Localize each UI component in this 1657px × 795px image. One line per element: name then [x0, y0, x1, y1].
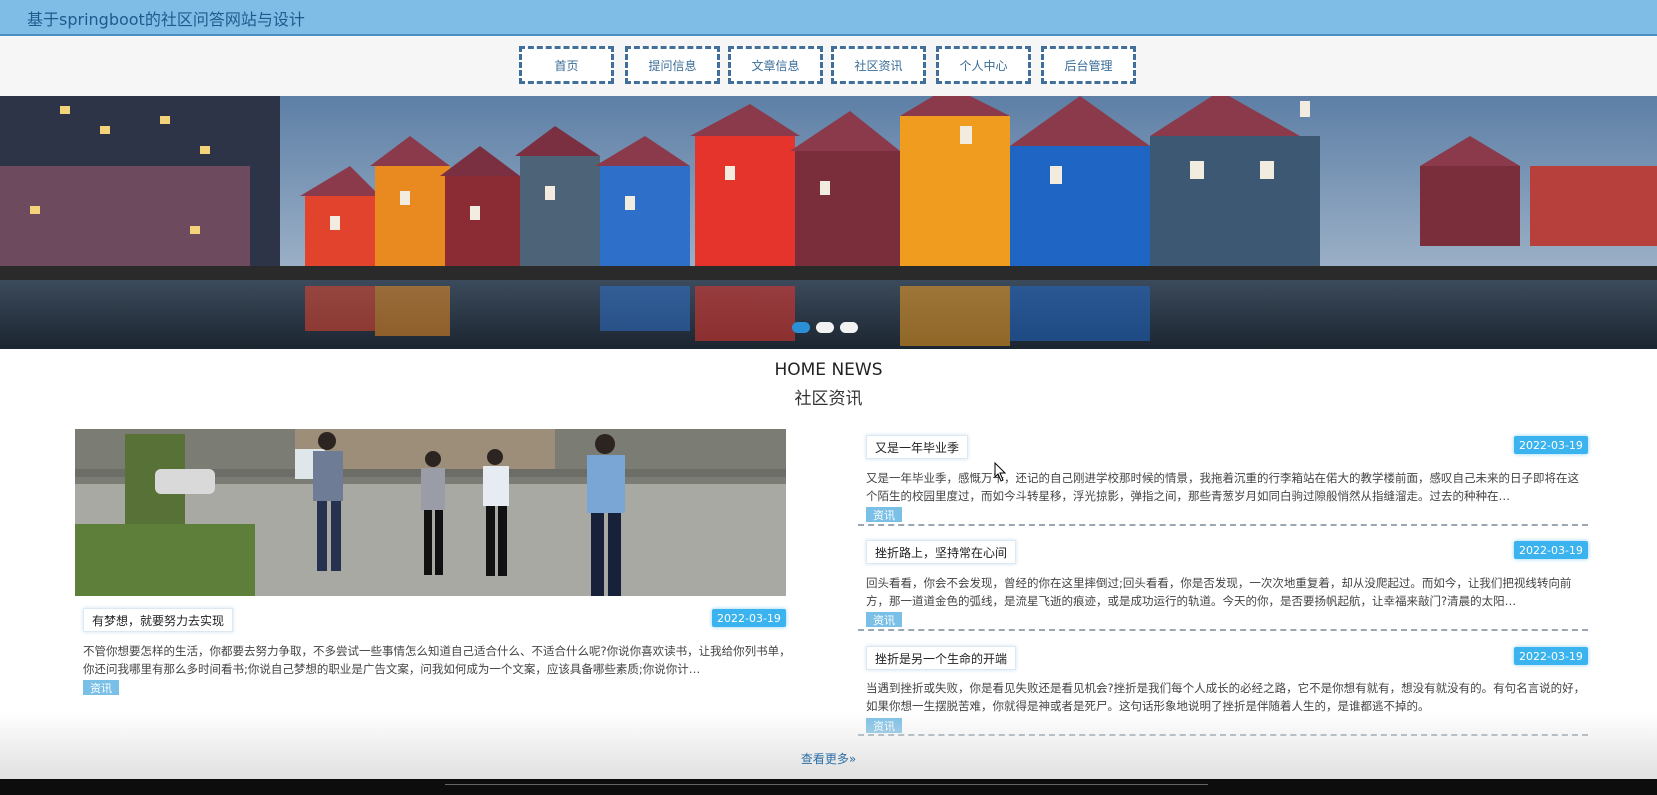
news-item-date: 2022-03-19: [1514, 541, 1588, 559]
nav-item-admin[interactable]: 后台管理: [1041, 46, 1136, 84]
featured-news-tag[interactable]: 资讯: [83, 680, 119, 695]
news-item-date: 2022-03-19: [1514, 436, 1588, 454]
view-more-link[interactable]: 查看更多»: [0, 750, 1657, 767]
featured-news-summary: 不管你想要怎样的生活，你都要去努力争取，不多尝试一些事情怎么知道自己适合什么、不…: [83, 644, 791, 676]
bottom-bar: [0, 779, 1657, 795]
nav-item-home[interactable]: 首页: [519, 46, 614, 84]
news-item-title[interactable]: 挫折是另一个生命的开端: [866, 646, 1017, 670]
news-item-summary: 当遇到挫折或失败，你是看见失败还是看见机会?挫折是我们每个人成长的必经之路，它不…: [866, 681, 1586, 713]
carousel-banner[interactable]: [0, 96, 1657, 349]
banner-image: [0, 96, 1657, 349]
news-item-tag[interactable]: 资讯: [866, 612, 902, 627]
carousel-dot-2[interactable]: [816, 322, 834, 333]
news-item-tag[interactable]: 资讯: [866, 507, 902, 522]
nav-item-personal-center[interactable]: 个人中心: [936, 46, 1031, 84]
divider: [858, 524, 1588, 526]
divider: [858, 629, 1588, 631]
section-title-en: HOME NEWS: [774, 360, 883, 380]
main-nav: 首页 提问信息 文章信息 社区资讯 个人中心 后台管理: [0, 36, 1657, 96]
news-item-title[interactable]: 挫折路上，坚持常在心间: [866, 540, 1017, 564]
news-item-title[interactable]: 又是一年毕业季: [866, 435, 969, 459]
featured-news-image[interactable]: [75, 429, 786, 596]
carousel-dot-1[interactable]: [792, 322, 810, 333]
news-item-summary: 回头看看，你会不会发现，曾经的你在这里摔倒过;回头看看，你是否发现，一次次地重复…: [866, 576, 1572, 608]
bottom-fade: [0, 712, 1657, 780]
site-title: 基于springboot的社区问答网站与设计: [27, 10, 305, 29]
carousel-indicators: [792, 322, 858, 333]
section-title-cn: 社区资讯: [794, 389, 863, 409]
news-item-summary: 又是一年毕业季，感慨万千，还记的自己刚进学校那时候的情景，我拖着沉重的行李箱站在…: [866, 471, 1579, 503]
nav-item-community-news[interactable]: 社区资讯: [831, 46, 926, 84]
nav-item-questions[interactable]: 提问信息: [625, 46, 720, 84]
carousel-dot-3[interactable]: [840, 322, 858, 333]
bottom-divider: [445, 784, 1208, 785]
nav-item-articles[interactable]: 文章信息: [728, 46, 823, 84]
featured-news-date: 2022-03-19: [712, 609, 786, 627]
news-item-date: 2022-03-19: [1514, 647, 1588, 665]
mouse-cursor-icon: [994, 462, 1007, 482]
header-bar: 基于springboot的社区问答网站与设计: [0, 0, 1657, 36]
featured-news-title[interactable]: 有梦想，就要努力去实现: [83, 608, 234, 632]
